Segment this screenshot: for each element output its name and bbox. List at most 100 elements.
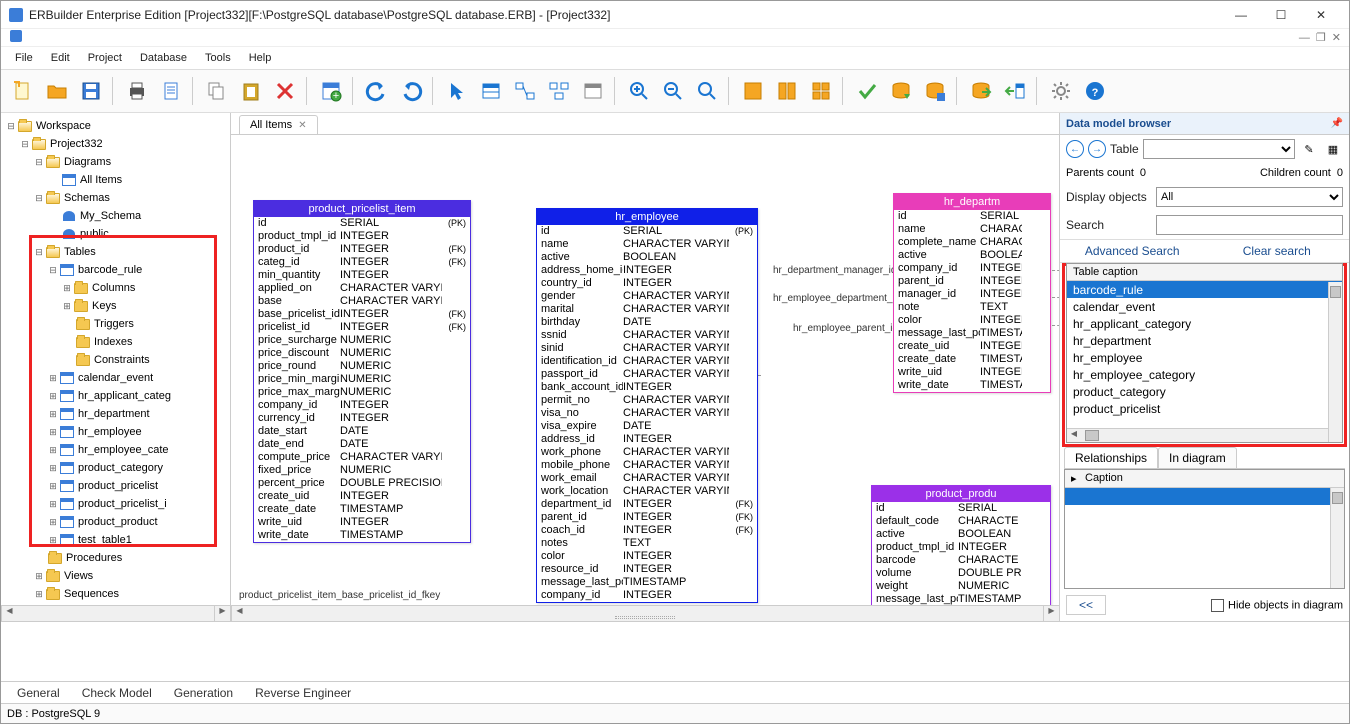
entity-product-pricelist-item[interactable]: product_pricelist_item idSERIAL(PK)produ…: [253, 200, 471, 543]
expand-icon[interactable]: ⊞: [47, 517, 59, 528]
advanced-search-button[interactable]: Advanced Search: [1060, 240, 1205, 262]
maximize-button[interactable]: ☐: [1261, 2, 1301, 28]
tree-schema-item[interactable]: My_Schema: [80, 210, 141, 222]
table-caption-grid[interactable]: Table caption barcode_rulecalendar_event…: [1066, 263, 1343, 443]
expand-icon[interactable]: ⊞: [47, 481, 59, 492]
expand-icon[interactable]: ⊞: [33, 571, 45, 582]
copy-icon[interactable]: [201, 75, 233, 107]
locate-icon[interactable]: ▦: [1323, 139, 1343, 159]
expand-icon[interactable]: ⊟: [5, 121, 17, 132]
grid-row[interactable]: barcode_rule: [1067, 281, 1342, 298]
tab-in-diagram[interactable]: In diagram: [1158, 447, 1237, 468]
redo-icon[interactable]: [395, 75, 427, 107]
expand-icon[interactable]: ⊞: [47, 535, 59, 546]
tree-all-items[interactable]: All Items: [80, 174, 122, 186]
tree-folder[interactable]: Keys: [92, 300, 116, 312]
tab-relationships[interactable]: Relationships: [1064, 447, 1158, 468]
inner-restore[interactable]: ❐: [1316, 31, 1326, 44]
entity-hr-employee[interactable]: hr_employee idSERIAL(PK)nameCHARACTER VA…: [536, 208, 758, 603]
nav-back-icon[interactable]: ←: [1066, 140, 1084, 158]
entity-hr-department[interactable]: hr_departm idSERIALnameCHARACTcomplete_n…: [893, 193, 1051, 393]
db-run-icon[interactable]: [885, 75, 917, 107]
tree-schema-item[interactable]: public: [80, 228, 109, 240]
btab-reverse[interactable]: Reverse Engineer: [245, 684, 361, 702]
expand-icon[interactable]: ⊞: [47, 463, 59, 474]
table-tool-icon[interactable]: [475, 75, 507, 107]
view-tool-icon[interactable]: [577, 75, 609, 107]
tree-table-item[interactable]: product_category: [78, 462, 163, 474]
tab-close-icon[interactable]: ✕: [298, 120, 306, 131]
nav-back-button[interactable]: <<: [1066, 595, 1106, 615]
grid-hscrollbar[interactable]: ◀▶: [1067, 428, 1342, 442]
relation-1n-icon[interactable]: [509, 75, 541, 107]
tree-table-item[interactable]: hr_department: [78, 408, 150, 420]
db-sync-icon[interactable]: [965, 75, 997, 107]
tree-folder[interactable]: Indexes: [94, 336, 133, 348]
tab-all-items[interactable]: All Items✕: [239, 115, 318, 134]
layout-1-icon[interactable]: [737, 75, 769, 107]
hide-objects-checkbox[interactable]: Hide objects in diagram: [1211, 599, 1343, 612]
new-icon[interactable]: [7, 75, 39, 107]
object-select[interactable]: [1143, 139, 1295, 159]
grid-row[interactable]: calendar_event: [1067, 298, 1342, 315]
caption-row[interactable]: [1065, 488, 1344, 505]
tree-tables[interactable]: Tables: [64, 246, 96, 258]
nav-fwd-icon[interactable]: →: [1088, 140, 1106, 158]
menu-project[interactable]: Project: [80, 50, 130, 66]
edit-icon[interactable]: ✎: [1299, 139, 1319, 159]
tree-table-item[interactable]: hr_applicant_categ: [78, 390, 171, 402]
display-objects-select[interactable]: All: [1156, 187, 1343, 207]
settings-icon[interactable]: [1045, 75, 1077, 107]
tree-procedures[interactable]: Procedures: [66, 552, 122, 564]
grid-vscrollbar[interactable]: [1328, 282, 1342, 442]
tree-table-item[interactable]: product_product: [78, 516, 158, 528]
grid-row[interactable]: product_pricelist: [1067, 400, 1342, 417]
open-icon[interactable]: [41, 75, 73, 107]
zoom-in-icon[interactable]: [623, 75, 655, 107]
caption-grid[interactable]: ▸Caption: [1064, 469, 1345, 589]
expand-icon[interactable]: ⊞: [61, 283, 73, 294]
pointer-icon[interactable]: [441, 75, 473, 107]
splitter-handle[interactable]: [615, 616, 675, 619]
tree-workspace[interactable]: Workspace: [36, 120, 91, 132]
expand-icon[interactable]: ⊞: [47, 445, 59, 456]
tree-sequences[interactable]: Sequences: [64, 588, 119, 600]
tree-table-item[interactable]: barcode_rule: [78, 264, 142, 276]
grid-row[interactable]: product_category: [1067, 383, 1342, 400]
tree-diagrams[interactable]: Diagrams: [64, 156, 111, 168]
minimize-button[interactable]: —: [1221, 2, 1261, 28]
menu-database[interactable]: Database: [132, 50, 195, 66]
validate-icon[interactable]: [851, 75, 883, 107]
inner-close[interactable]: ✕: [1332, 31, 1341, 44]
properties-icon[interactable]: +: [315, 75, 347, 107]
zoom-fit-icon[interactable]: [691, 75, 723, 107]
expand-icon[interactable]: ⊞: [47, 427, 59, 438]
tree-project[interactable]: Project332: [50, 138, 103, 150]
undo-icon[interactable]: [361, 75, 393, 107]
tree-table-item[interactable]: calendar_event: [78, 372, 153, 384]
paste-icon[interactable]: [235, 75, 267, 107]
tree-table-item[interactable]: test_table1: [78, 534, 132, 546]
tree-table-item[interactable]: hr_employee_cate: [78, 444, 169, 456]
grid-row[interactable]: hr_department: [1067, 332, 1342, 349]
tree-views[interactable]: Views: [64, 570, 93, 582]
close-button[interactable]: ✕: [1301, 2, 1341, 28]
db-save-icon[interactable]: [919, 75, 951, 107]
search-input[interactable]: [1156, 215, 1343, 235]
expand-icon[interactable]: ⊟: [33, 247, 45, 258]
expand-icon[interactable]: ⊟: [47, 265, 59, 276]
report-icon[interactable]: [155, 75, 187, 107]
menu-help[interactable]: Help: [241, 50, 280, 66]
expand-icon[interactable]: ⊞: [47, 499, 59, 510]
delete-icon[interactable]: [269, 75, 301, 107]
pin-icon[interactable]: 📌: [1331, 118, 1343, 129]
grid-row[interactable]: hr_employee_category: [1067, 366, 1342, 383]
btab-generation[interactable]: Generation: [164, 684, 243, 702]
tree-hscrollbar[interactable]: ◀▶: [1, 605, 230, 621]
grid-row[interactable]: hr_applicant_category: [1067, 315, 1342, 332]
reverse-icon[interactable]: [999, 75, 1031, 107]
expand-icon[interactable]: ⊞: [33, 589, 45, 600]
expand-icon[interactable]: ⊞: [47, 391, 59, 402]
print-icon[interactable]: [121, 75, 153, 107]
tree-folder[interactable]: Constraints: [94, 354, 150, 366]
